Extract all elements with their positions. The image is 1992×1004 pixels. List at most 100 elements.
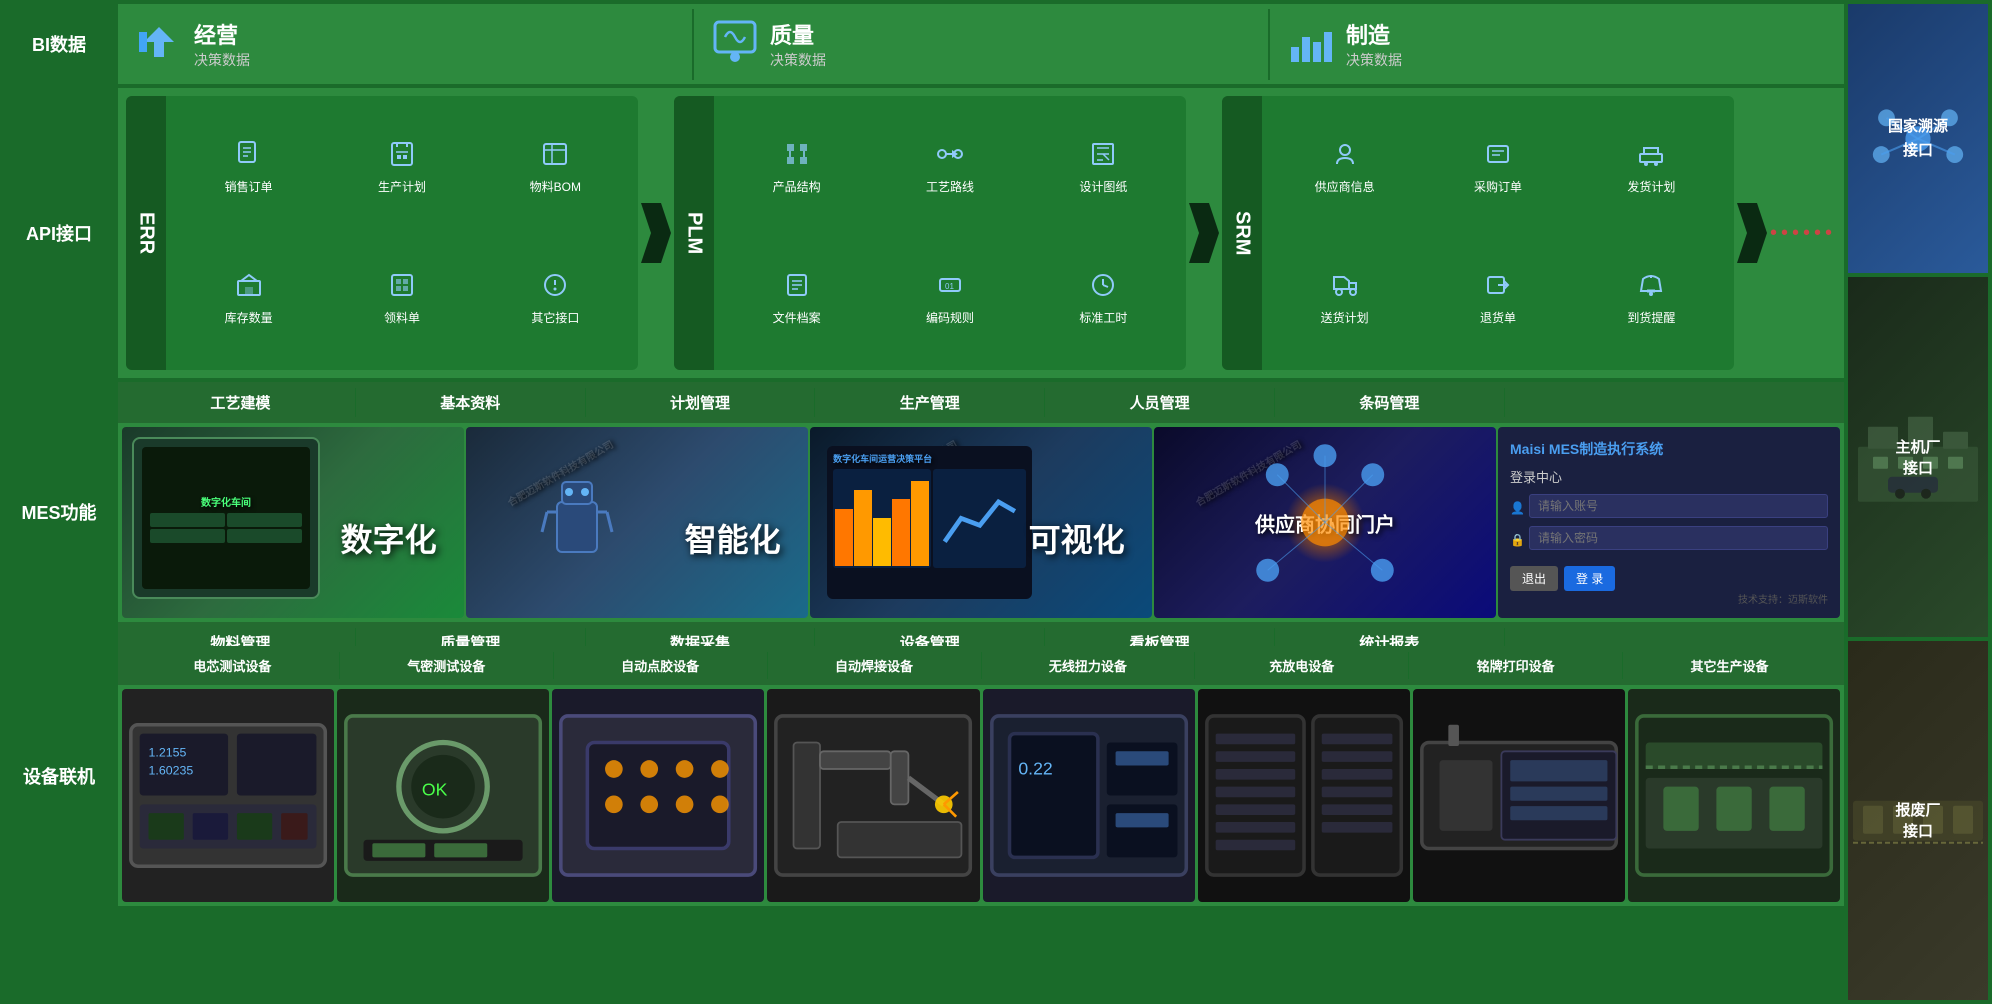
srm-item-supplier[interactable]: 供应商信息 [1270,104,1419,231]
srm-name: SRM [1222,96,1262,370]
plm-item-route[interactable]: 工艺路线 [875,104,1024,231]
equip-img-torque: 0.22 [983,689,1195,902]
mes-func-basic[interactable]: 基本资料 [356,388,586,417]
equip-img-charger [1198,689,1410,902]
login-button[interactable]: 登 录 [1564,566,1615,591]
design-drawing-icon [1089,140,1117,175]
login-center-title: 登录中心 [1510,467,1828,486]
bi-title-zhizao: 制造 [1346,18,1402,50]
visual-text: 可视化 [1029,515,1125,561]
equip-item-cell[interactable]: 电芯测试设备 [126,652,340,679]
bi-subtitle-zhizao: 决策数据 [1346,50,1402,70]
svg-text:1.2155: 1.2155 [149,746,187,760]
right-panel-factory[interactable]: 主机厂接口 [1848,277,1988,636]
mes-func-barcode[interactable]: 条码管理 [1275,388,1505,417]
equip-item-airtight[interactable]: 气密测试设备 [340,652,554,679]
lock-icon: 🔒 [1510,533,1525,547]
torque-svg: 0.22 [983,689,1195,902]
delivery-plan-icon [1331,271,1359,306]
digital-cell-3 [150,529,225,543]
arrival-reminder-icon [1637,271,1665,306]
mes-label: MES功能 [4,382,114,642]
glue-svg [552,689,764,902]
svg-text:01: 01 [945,282,954,291]
other-interface-icon [541,271,569,306]
erp-name: ERR [126,96,166,370]
visual-charts [833,469,1026,568]
bar-1 [835,509,853,566]
bi-label: BI数据 [4,4,114,84]
api-label-text: API接口 [26,220,92,246]
mes-func-production[interactable]: 生产管理 [815,388,1045,417]
erp-item-other[interactable]: 其它接口 [481,235,630,362]
plate-svg [1413,689,1625,902]
mes-login-block: Maisi MES制造执行系统 登录中心 👤 🔒 退出 登 录 [1498,427,1840,618]
equip-label: 设备联机 [4,646,114,906]
mes-visual-block: 合肥迈斯软件科技有限公司 数字化车间运营决策平台 [810,427,1152,618]
scrap-label: 报废厂接口 [1895,799,1940,841]
arrow-srm-end [1737,96,1767,370]
erp-item-stock[interactable]: 库存数量 [174,235,323,362]
api-row: API接口 ERR 销售订单 生产计划 [4,88,1844,378]
srm-item-delivery[interactable]: 送货计划 [1270,235,1419,362]
digital-screen: 数字化车间 [142,447,310,589]
bi-text-zhiliang: 质量 决策数据 [770,18,826,70]
login-pwd-row: 🔒 [1510,526,1828,554]
plm-item-drawing[interactable]: 设计图纸 [1029,104,1178,231]
plm-item-struct[interactable]: 产品结构 [722,104,871,231]
equip-item-other[interactable]: 其它生产设备 [1623,652,1836,679]
plm-item-workhour[interactable]: 标准工时 [1029,235,1178,362]
bi-subtitle-zhiliang: 决策数据 [770,50,826,70]
bom-icon [541,140,569,175]
login-pwd-input[interactable] [1529,526,1828,550]
visual-linechart [933,469,1027,568]
bar-5 [911,481,929,566]
srm-item-arrival[interactable]: 到货提醒 [1577,235,1726,362]
equip-img-plate [1413,689,1625,902]
production-plan-icon [388,140,416,175]
mes-func-personnel[interactable]: 人员管理 [1045,388,1275,417]
login-user-input[interactable] [1529,494,1828,518]
mes-func-spacer [1505,388,1836,417]
bar-4 [892,499,910,565]
airtight-svg: OK [337,689,549,902]
srm-item-shipplan[interactable]: 发货计划 [1577,104,1726,231]
digital-cell-4 [227,529,302,543]
erp-item-bom[interactable]: 物料BOM [481,104,630,231]
visual-barchart [833,469,931,568]
equip-item-weld[interactable]: 自动焊接设备 [768,652,982,679]
factory-label: 主机厂接口 [1895,436,1940,478]
erp-item-plan[interactable]: 生产计划 [327,104,476,231]
erp-item-material[interactable]: 领料单 [327,235,476,362]
logout-button[interactable]: 退出 [1510,566,1558,591]
equip-row: 设备联机 电芯测试设备 气密测试设备 自动点胶设备 自动焊接设备 无线扭力设备 … [4,646,1844,906]
equip-item-glue[interactable]: 自动点胶设备 [554,652,768,679]
mes-visual-feature: 合肥迈斯软件科技有限公司 数字化车间运营决策平台 [810,427,1152,618]
svg-text:1.60235: 1.60235 [149,763,194,777]
mes-supplier-block: 合肥迈斯软件科技有限公司 供应商协同门户 [1154,427,1496,618]
equip-item-torque[interactable]: 无线扭力设备 [982,652,1196,679]
erp-item-sales[interactable]: 销售订单 [174,104,323,231]
right-panel-scrap[interactable]: 报废厂接口 [1848,641,1988,1000]
charger-svg [1198,689,1410,902]
dots-separator: •••••• [1770,96,1836,370]
supplier-info-icon [1331,140,1359,175]
main-container: BI数据 经营 决策数据 [0,0,1992,1004]
srm-item-return[interactable]: 退货单 [1423,235,1572,362]
equip-images: 1.2155 1.60235 [118,685,1844,906]
srm-item-purchase[interactable]: 采购订单 [1423,104,1572,231]
equip-item-plate[interactable]: 铭牌打印设备 [1409,652,1623,679]
right-col: 国家溯源接口 [1848,4,1988,1000]
product-struct-icon [783,140,811,175]
mes-func-plan[interactable]: 计划管理 [586,388,816,417]
bi-text-jingying: 经营 决策数据 [194,18,250,70]
coding-rule-icon: 01 [936,271,964,306]
mes-func-craft[interactable]: 工艺建模 [126,388,356,417]
equip-item-charger[interactable]: 充放电设备 [1195,652,1409,679]
plm-item-coding[interactable]: 01 编码规则 [875,235,1024,362]
srm-card: SRM 供应商信息 采购订单 [1222,96,1734,370]
login-card: Maisi MES制造执行系统 登录中心 👤 🔒 退出 登 录 [1498,427,1840,618]
plm-item-files[interactable]: 文件档案 [722,235,871,362]
bi-icon-zhizao [1286,17,1336,72]
right-panel-national[interactable]: 国家溯源接口 [1848,4,1988,273]
